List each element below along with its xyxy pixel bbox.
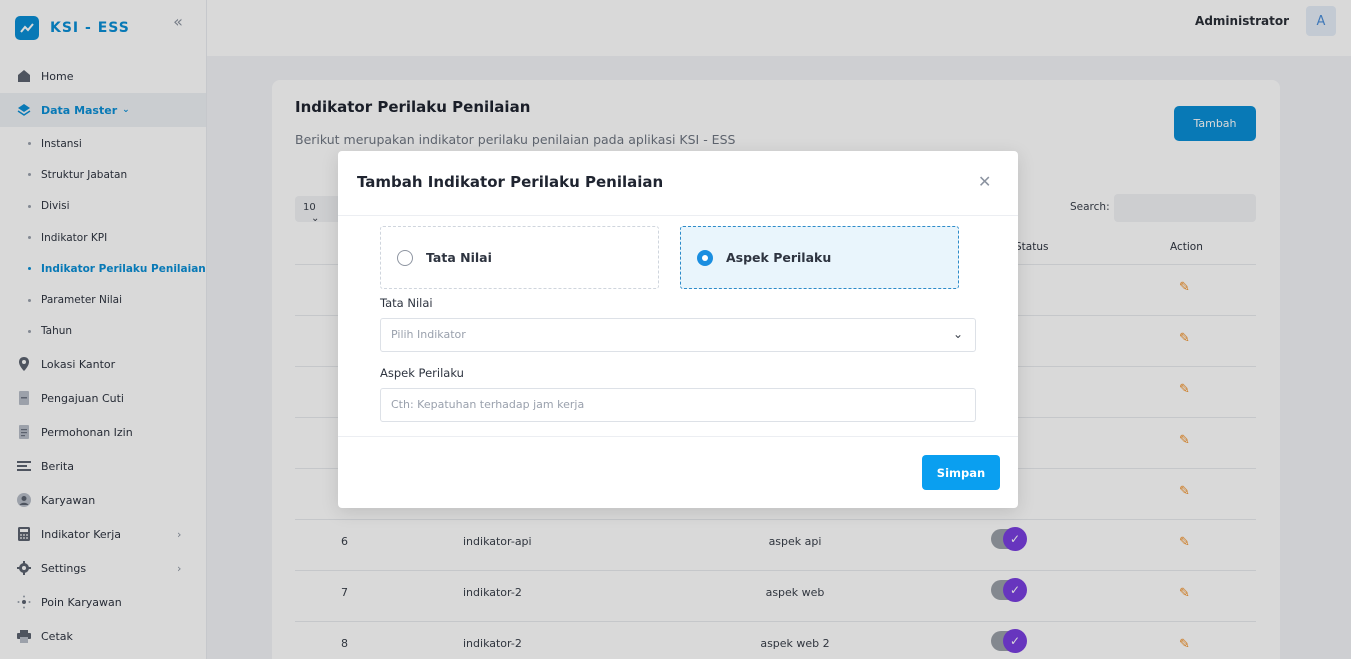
chevron-down-icon: ⌄: [952, 327, 963, 341]
radio-unchecked-icon[interactable]: [397, 249, 413, 266]
option-tata-nilai[interactable]: Tata Nilai: [380, 226, 659, 289]
option-label: Tata Nilai: [426, 250, 492, 265]
divider: [338, 436, 1018, 437]
modal-title: Tambah Indikator Perilaku Penilaian: [357, 173, 664, 191]
add-indicator-modal: Tambah Indikator Perilaku Penilaian ✕ Ta…: [338, 151, 1018, 508]
aspek-perilaku-input[interactable]: Cth: Kepatuhan terhadap jam kerja: [380, 388, 976, 422]
tata-nilai-label: Tata Nilai: [380, 296, 433, 310]
tata-nilai-select[interactable]: Pilih Indikator ⌄: [380, 318, 976, 352]
divider: [338, 215, 1018, 216]
select-placeholder: Pilih Indikator: [391, 328, 466, 341]
option-aspek-perilaku[interactable]: Aspek Perilaku: [680, 226, 959, 289]
radio-checked-icon[interactable]: [697, 249, 713, 266]
close-icon[interactable]: ✕: [978, 173, 991, 191]
aspek-perilaku-label: Aspek Perilaku: [380, 366, 464, 380]
save-button[interactable]: Simpan: [922, 455, 1000, 490]
input-placeholder: Cth: Kepatuhan terhadap jam kerja: [391, 398, 585, 411]
option-label: Aspek Perilaku: [726, 250, 832, 265]
